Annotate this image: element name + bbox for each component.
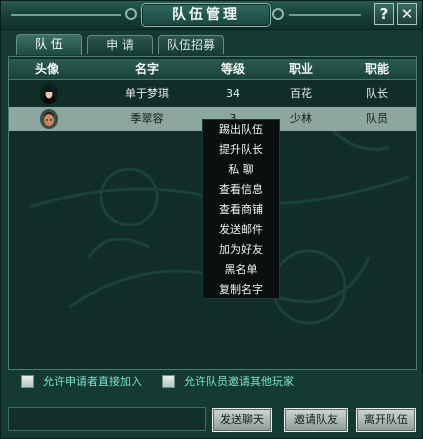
close-button[interactable]: ✕ [397,3,417,25]
send-chat-button[interactable]: 发送聊天 [212,408,272,432]
female-character-avatar-icon [40,84,58,104]
title-ornament-left-icon [125,8,137,20]
chat-input[interactable] [8,407,206,431]
table-row[interactable]: 单于梦琪 34 百花 队长 [9,82,416,106]
member-role: 队长 [366,87,388,100]
member-name: 季翠容 [130,112,164,125]
member-class: 百花 [290,87,312,100]
column-header-class: 职业 [288,62,313,76]
tab-recruitment[interactable]: 队伍招募 [158,35,224,54]
allow-member-invite-label: 允许队员邀请其他玩家 [184,375,294,388]
title-ornament-line-right [289,14,361,16]
menu-item-kick[interactable]: 踢出队伍 [203,120,279,140]
menu-item-view-info[interactable]: 查看信息 [203,180,279,200]
column-header-role: 职能 [364,62,389,76]
title-ornament-right-icon [272,8,284,20]
team-management-window: 队伍管理 ? ✕ 队 伍 申 请 队伍招募 头像 名字 等级 职业 职能 单于梦… [0,0,423,439]
leave-team-button[interactable]: 离开队伍 [356,408,416,432]
column-header-level: 等级 [220,62,245,76]
allow-direct-join-label: 允许申请者直接加入 [43,375,142,388]
column-header-name: 名字 [134,62,159,76]
menu-item-private-chat[interactable]: 私 聊 [203,160,279,180]
allow-direct-join-checkbox[interactable] [21,375,34,388]
member-role: 队员 [366,112,388,125]
table-header: 头像 名字 等级 职业 职能 [9,59,416,80]
invite-member-button[interactable]: 邀请队友 [284,408,348,432]
member-class: 少林 [290,112,312,125]
allow-member-invite-option[interactable]: 允许队员邀请其他玩家 [162,373,342,391]
member-level: 34 [226,87,240,100]
allow-direct-join-option[interactable]: 允许申请者直接加入 [21,373,161,391]
tab-applications[interactable]: 申 请 [87,35,153,54]
menu-item-copy-name[interactable]: 复制名字 [203,280,279,300]
title-ornament-line-left [11,14,121,16]
tab-team[interactable]: 队 伍 [16,34,82,55]
menu-item-send-mail[interactable]: 发送邮件 [203,220,279,240]
menu-item-blacklist[interactable]: 黑名单 [203,260,279,280]
column-header-avatar: 头像 [34,62,59,76]
allow-member-invite-checkbox[interactable] [162,375,175,388]
member-name: 单于梦琪 [125,87,169,100]
menu-item-view-shop[interactable]: 查看商铺 [203,200,279,220]
male-character-avatar-icon [40,109,58,129]
title-bar[interactable]: 队伍管理 ? ✕ [1,1,422,30]
help-button[interactable]: ? [374,3,394,25]
menu-item-promote-leader[interactable]: 提升队长 [203,140,279,160]
menu-item-add-friend[interactable]: 加为好友 [203,240,279,260]
member-context-menu: 踢出队伍 提升队长 私 聊 查看信息 查看商铺 发送邮件 加为好友 黑名单 复制… [202,119,280,299]
window-title: 队伍管理 [141,3,271,27]
